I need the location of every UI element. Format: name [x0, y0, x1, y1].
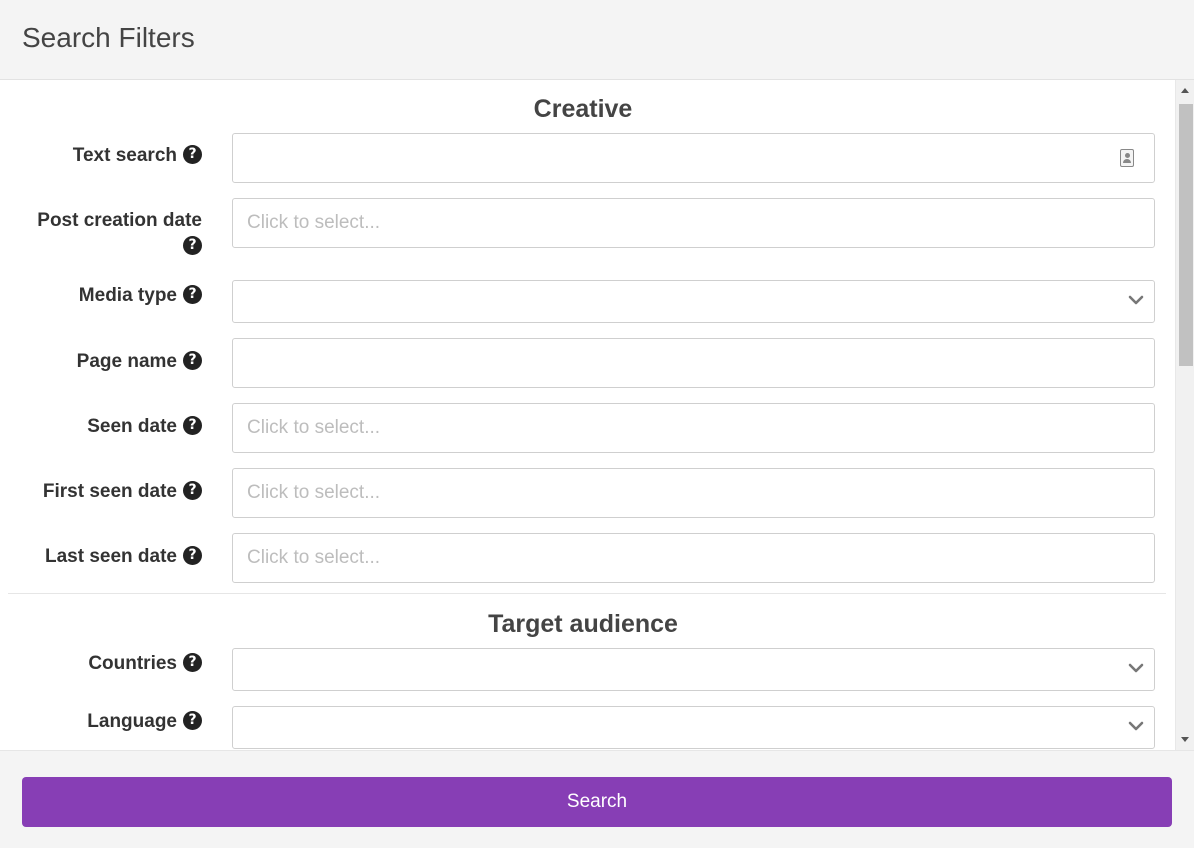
scroll-down-arrow-icon[interactable] [1181, 737, 1189, 742]
label-countries-text: Countries [88, 653, 177, 674]
last-seen-date-picker[interactable]: Click to select... [232, 533, 1155, 583]
seen-date-picker[interactable]: Click to select... [232, 403, 1155, 453]
question-circle-icon[interactable]: ? [183, 285, 202, 304]
label-text-search-text: Text search [72, 145, 177, 166]
chevron-down-icon [1128, 663, 1144, 672]
label-post-creation-date-text: Post creation date [37, 210, 202, 231]
language-select[interactable] [232, 706, 1155, 749]
post-creation-date-picker[interactable]: Click to select... [232, 198, 1155, 248]
question-circle-icon[interactable]: ? [183, 546, 202, 565]
media-type-select[interactable] [232, 280, 1155, 323]
label-text-search: Text search? [73, 143, 202, 169]
scroll-thumb[interactable] [1179, 104, 1193, 366]
label-post-creation-date: Post creation date ? [12, 208, 202, 260]
dialog-header: Search Filters [0, 0, 1194, 80]
post-creation-date-placeholder: Click to select... [247, 212, 381, 233]
countries-select[interactable] [232, 648, 1155, 691]
contact-card-icon[interactable] [1120, 149, 1134, 167]
label-page-name: Page name? [77, 349, 202, 375]
question-circle-icon[interactable]: ? [183, 416, 202, 435]
label-seen-date: Seen date? [87, 414, 202, 440]
question-circle-icon[interactable]: ? [183, 653, 202, 672]
label-countries: Countries? [88, 651, 202, 677]
section-title-creative: Creative [533, 95, 633, 123]
question-circle-icon[interactable]: ? [183, 351, 202, 370]
label-media-type: Media type? [79, 283, 202, 309]
label-language: Language? [87, 709, 202, 735]
label-page-name-text: Page name [76, 351, 177, 372]
label-first-seen-date: First seen date? [43, 479, 202, 505]
label-media-type-text: Media type [78, 285, 177, 306]
section-divider [8, 593, 1166, 594]
question-circle-icon[interactable]: ? [183, 711, 202, 730]
first-seen-date-placeholder: Click to select... [247, 482, 381, 503]
dialog-title: Search Filters [22, 22, 195, 53]
vertical-scrollbar[interactable] [1175, 80, 1194, 750]
question-circle-icon[interactable]: ? [183, 145, 202, 164]
label-last-seen-date-text: Last seen date [45, 546, 177, 567]
search-button[interactable]: Search [22, 777, 1172, 827]
first-seen-date-picker[interactable]: Click to select... [232, 468, 1155, 518]
question-circle-icon[interactable]: ? [183, 236, 202, 255]
page-name-input[interactable] [232, 338, 1155, 388]
chevron-down-icon [1128, 721, 1144, 730]
last-seen-date-placeholder: Click to select... [247, 547, 381, 568]
text-search-input[interactable] [232, 133, 1155, 183]
label-last-seen-date: Last seen date? [45, 544, 202, 570]
filters-scroll-area[interactable]: Creative Text search? Post creation date… [0, 80, 1166, 750]
chevron-down-icon [1128, 295, 1144, 304]
question-circle-icon[interactable]: ? [183, 481, 202, 500]
seen-date-placeholder: Click to select... [247, 417, 381, 438]
label-first-seen-date-text: First seen date [42, 481, 177, 502]
label-seen-date-text: Seen date [87, 416, 177, 437]
label-language-text: Language [87, 711, 177, 732]
scroll-up-arrow-icon[interactable] [1181, 88, 1189, 93]
dialog-footer: Search [0, 750, 1194, 848]
section-title-target-audience: Target audience [488, 610, 678, 638]
